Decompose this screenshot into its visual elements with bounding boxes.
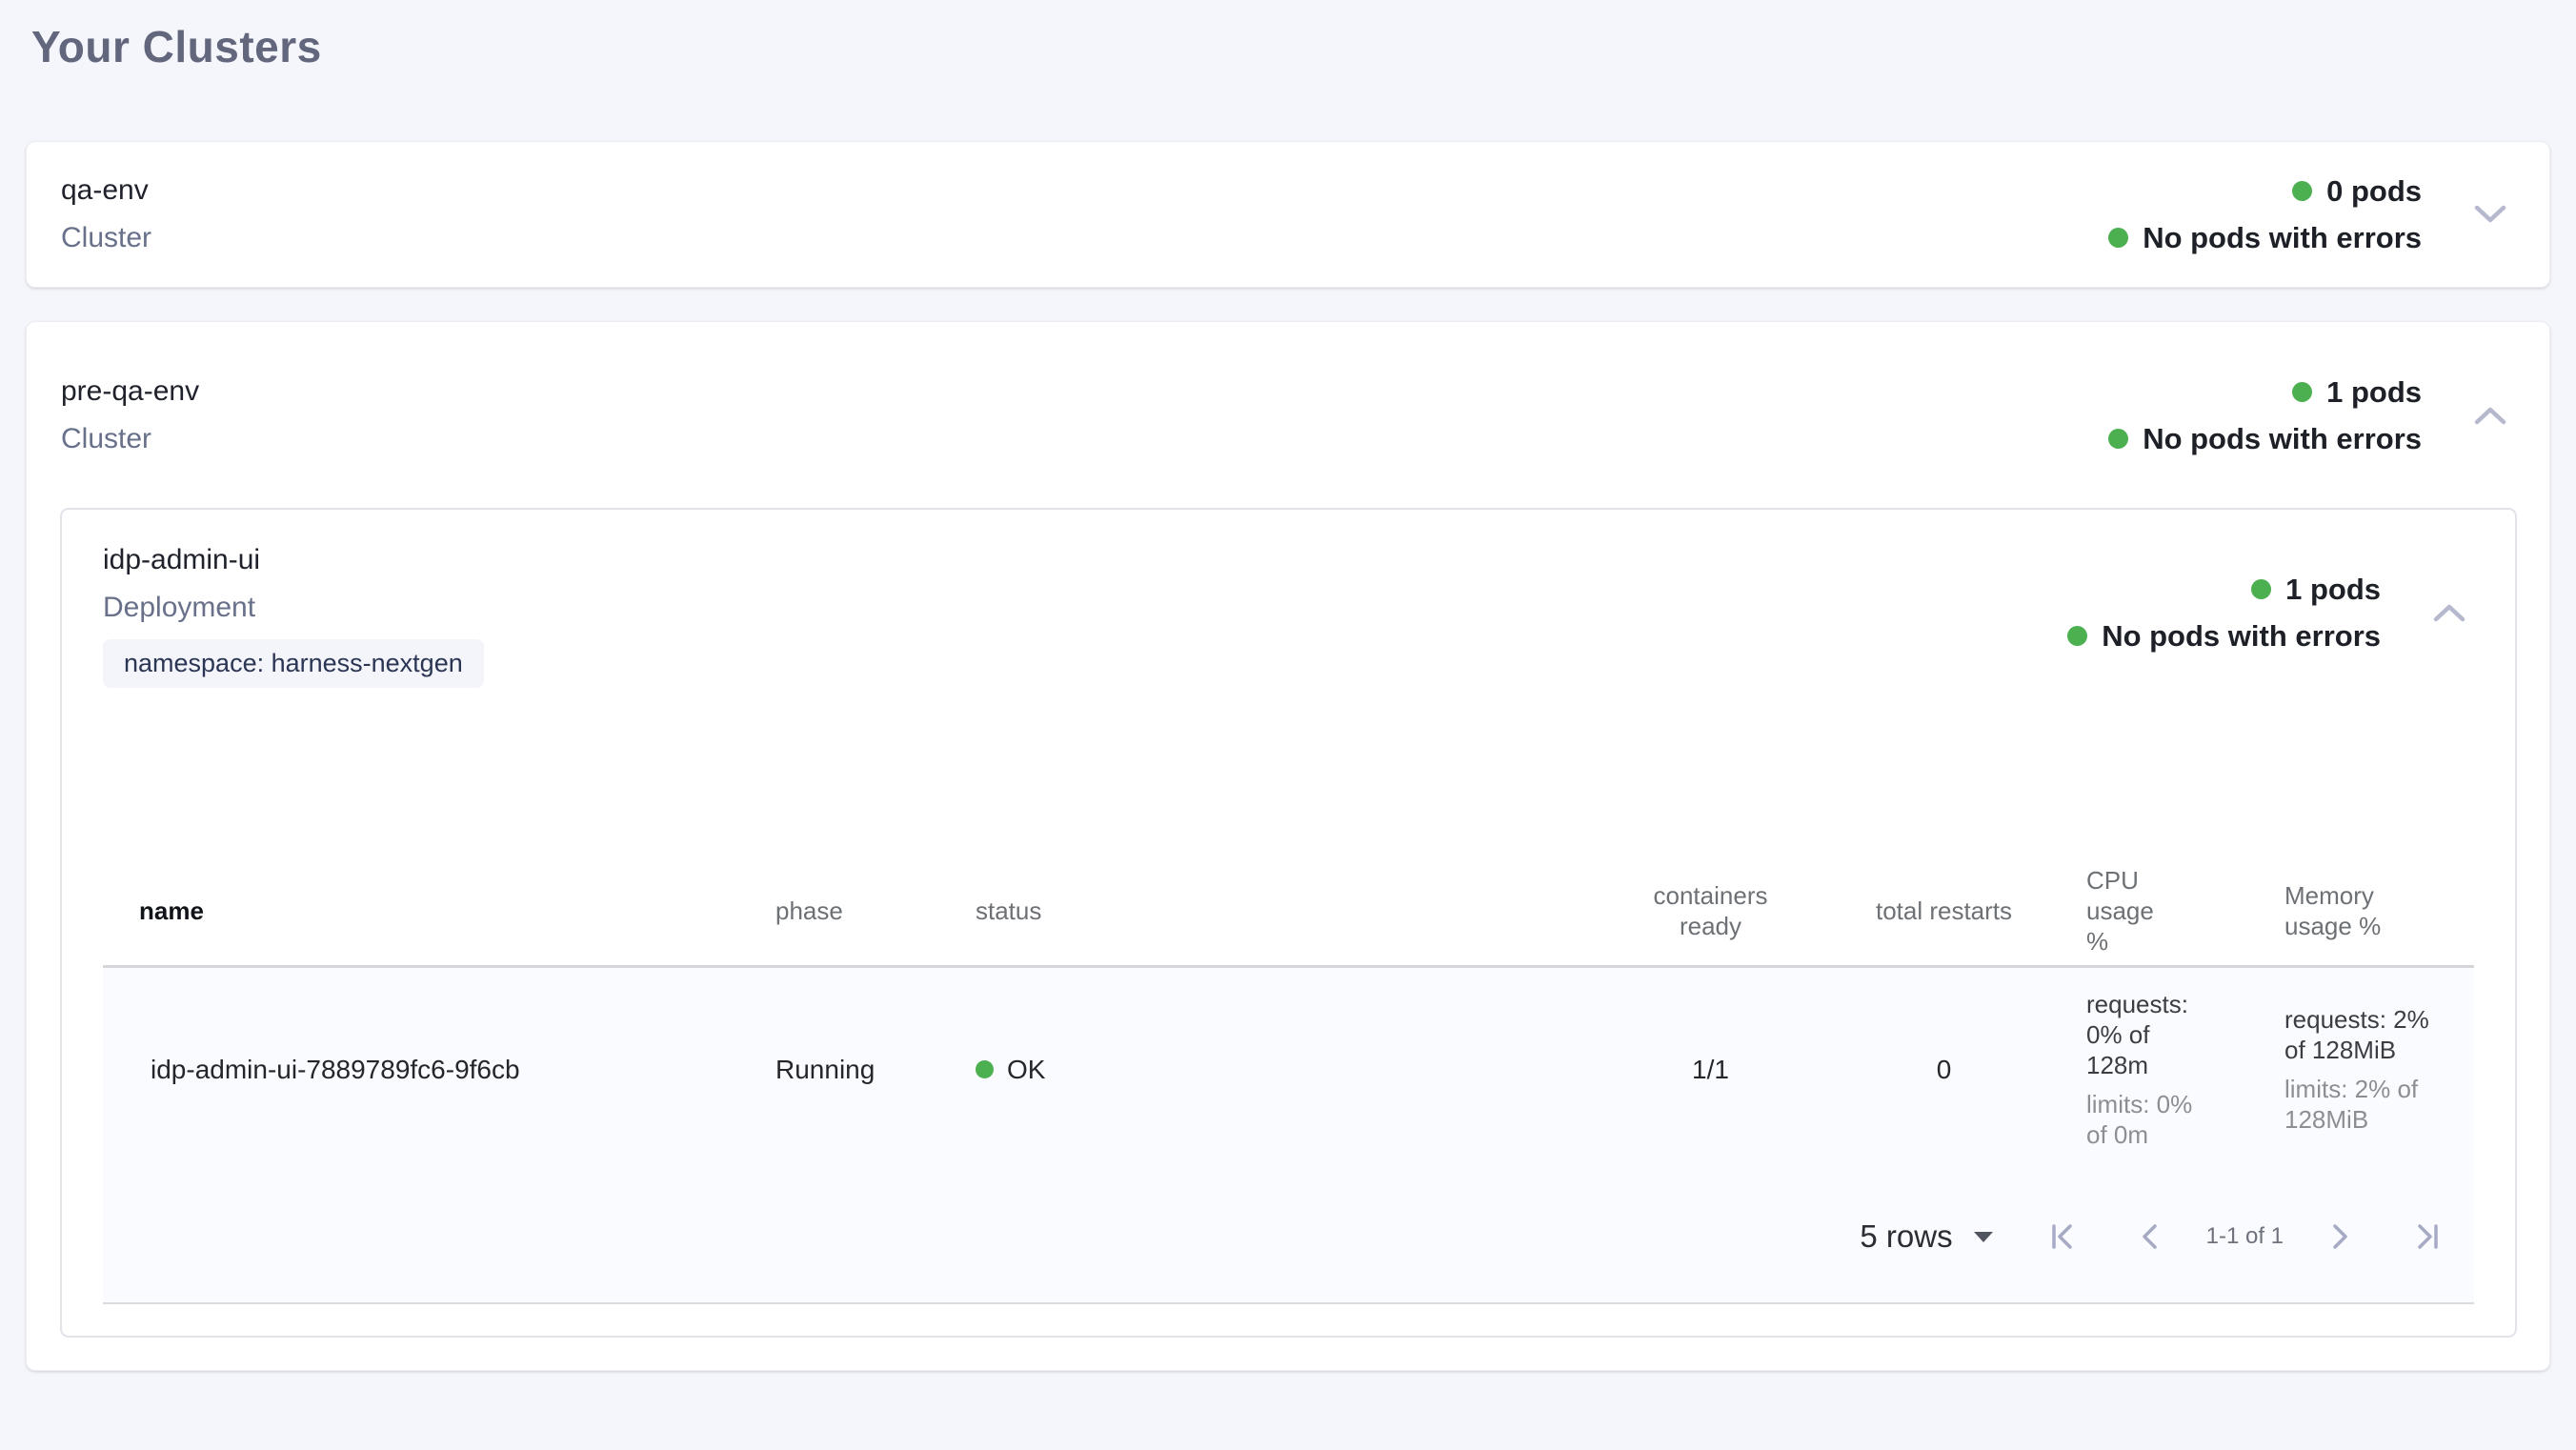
pods-errors-line: No pods with errors — [2067, 613, 2381, 659]
cluster-kind-label: Cluster — [61, 415, 199, 463]
clusters-page: Your Clusters qa-env Cluster 0 pods No p… — [0, 0, 2576, 1450]
pod-status-summary: 1 pods No pods with errors — [2067, 566, 2381, 659]
pods-table: name phase status containers ready total… — [103, 856, 2474, 1304]
deployment-card-idp-admin-ui: idp-admin-ui Deployment namespace: harne… — [60, 508, 2517, 1338]
column-header-memory-usage: Memory usage % — [2261, 880, 2474, 941]
green-status-dot-icon — [2108, 429, 2128, 449]
pods-count-line: 1 pods — [2251, 566, 2381, 613]
chevron-down-icon — [2473, 204, 2507, 225]
cpu-limits-value: limits: 0% of 0m — [2086, 1089, 2208, 1150]
rows-per-page-label: 5 rows — [1860, 1218, 1952, 1255]
chevron-up-icon — [2473, 405, 2507, 426]
memory-limits-value: limits: 2% of 128MiB — [2284, 1074, 2439, 1135]
pod-phase-cell: Running — [770, 1055, 970, 1085]
pods-errors-label: No pods with errors — [2143, 214, 2422, 261]
table-row-pod: idp-admin-ui-7889789fc6-9f6cb Running OK… — [103, 968, 2474, 1171]
cluster-kind-label: Cluster — [61, 214, 151, 262]
green-status-dot-icon — [2292, 181, 2312, 201]
deployment-kind-label: Deployment — [103, 584, 484, 632]
cluster-card-qa-env: qa-env Cluster 0 pods No pods with error… — [26, 141, 2550, 288]
pods-errors-label: No pods with errors — [2102, 613, 2381, 659]
cluster-card-header-pre-qa-env[interactable]: pre-qa-env Cluster 1 pods No pods with e… — [27, 322, 2549, 508]
green-status-dot-icon — [976, 1060, 994, 1078]
collapse-deployment-button[interactable] — [2430, 594, 2468, 632]
deployment-header[interactable]: idp-admin-ui Deployment namespace: harne… — [103, 536, 2474, 688]
cluster-titles: qa-env Cluster — [61, 167, 151, 262]
pod-status-cell: OK — [970, 1055, 1594, 1085]
pods-count-label: 0 pods — [2326, 168, 2422, 214]
memory-requests-value: requests: 2% of 128MiB — [2284, 1004, 2439, 1065]
pagination-range-label: 1-1 of 1 — [2206, 1223, 2284, 1250]
pods-errors-line: No pods with errors — [2108, 415, 2422, 462]
column-header-status: status — [970, 896, 1594, 926]
green-status-dot-icon — [2292, 382, 2312, 402]
pod-memory-usage-cell: requests: 2% of 128MiB limits: 2% of 128… — [2261, 1004, 2474, 1135]
table-pagination: 5 rows 1-1 of — [103, 1171, 2474, 1304]
expand-cluster-button[interactable] — [2471, 195, 2509, 233]
caret-down-icon — [1974, 1232, 1993, 1242]
deployment-name: idp-admin-ui — [103, 536, 484, 584]
column-header-phase: phase — [770, 896, 970, 926]
table-header-row: name phase status containers ready total… — [103, 856, 2474, 968]
cpu-requests-value: requests: 0% of 128m — [2086, 989, 2208, 1080]
green-status-dot-icon — [2251, 579, 2271, 599]
pod-cpu-usage-cell: requests: 0% of 128m limits: 0% of 0m — [2061, 989, 2261, 1150]
column-header-containers-ready: containers ready — [1594, 880, 1827, 941]
pods-count-label: 1 pods — [2285, 566, 2381, 613]
chevron-right-icon — [2324, 1221, 2354, 1252]
pods-errors-label: No pods with errors — [2143, 415, 2422, 462]
pods-count-line: 1 pods — [2292, 369, 2422, 415]
cluster-card-header-qa-env[interactable]: qa-env Cluster 0 pods No pods with error… — [27, 142, 2549, 287]
collapse-cluster-button[interactable] — [2471, 396, 2509, 434]
first-page-icon — [2046, 1221, 2077, 1252]
pod-status-label: OK — [1007, 1055, 1045, 1085]
last-page-icon — [2413, 1221, 2444, 1252]
column-header-name: name — [103, 896, 770, 926]
pod-total-restarts-cell: 0 — [1827, 1055, 2061, 1085]
next-page-button[interactable] — [2318, 1216, 2360, 1258]
pods-count-line: 0 pods — [2292, 168, 2422, 214]
green-status-dot-icon — [2108, 228, 2128, 248]
pods-count-label: 1 pods — [2326, 369, 2422, 415]
cluster-name: pre-qa-env — [61, 368, 199, 415]
cluster-card-pre-qa-env: pre-qa-env Cluster 1 pods No pods with e… — [26, 321, 2550, 1371]
rows-per-page-select[interactable]: 5 rows — [1860, 1218, 1992, 1255]
cluster-titles: pre-qa-env Cluster — [61, 368, 199, 463]
last-page-button[interactable] — [2407, 1216, 2449, 1258]
first-page-button[interactable] — [2041, 1216, 2083, 1258]
pod-status-summary: 0 pods No pods with errors — [2108, 168, 2422, 261]
pod-name-cell: idp-admin-ui-7889789fc6-9f6cb — [103, 1055, 770, 1085]
column-header-total-restarts: total restarts — [1827, 896, 2061, 926]
deployment-titles: idp-admin-ui Deployment namespace: harne… — [103, 536, 484, 688]
chevron-up-icon — [2432, 602, 2466, 623]
pod-containers-ready-cell: 1/1 — [1594, 1055, 1827, 1085]
pods-errors-line: No pods with errors — [2108, 214, 2422, 261]
column-header-cpu-usage: CPU usage % — [2061, 865, 2261, 957]
green-status-dot-icon — [2067, 626, 2087, 646]
pod-status-summary: 1 pods No pods with errors — [2108, 369, 2422, 462]
previous-page-button[interactable] — [2130, 1216, 2172, 1258]
namespace-badge: namespace: harness-nextgen — [103, 639, 484, 688]
cluster-name: qa-env — [61, 167, 151, 214]
chevron-left-icon — [2136, 1221, 2166, 1252]
page-title: Your Clusters — [26, 8, 2550, 72]
